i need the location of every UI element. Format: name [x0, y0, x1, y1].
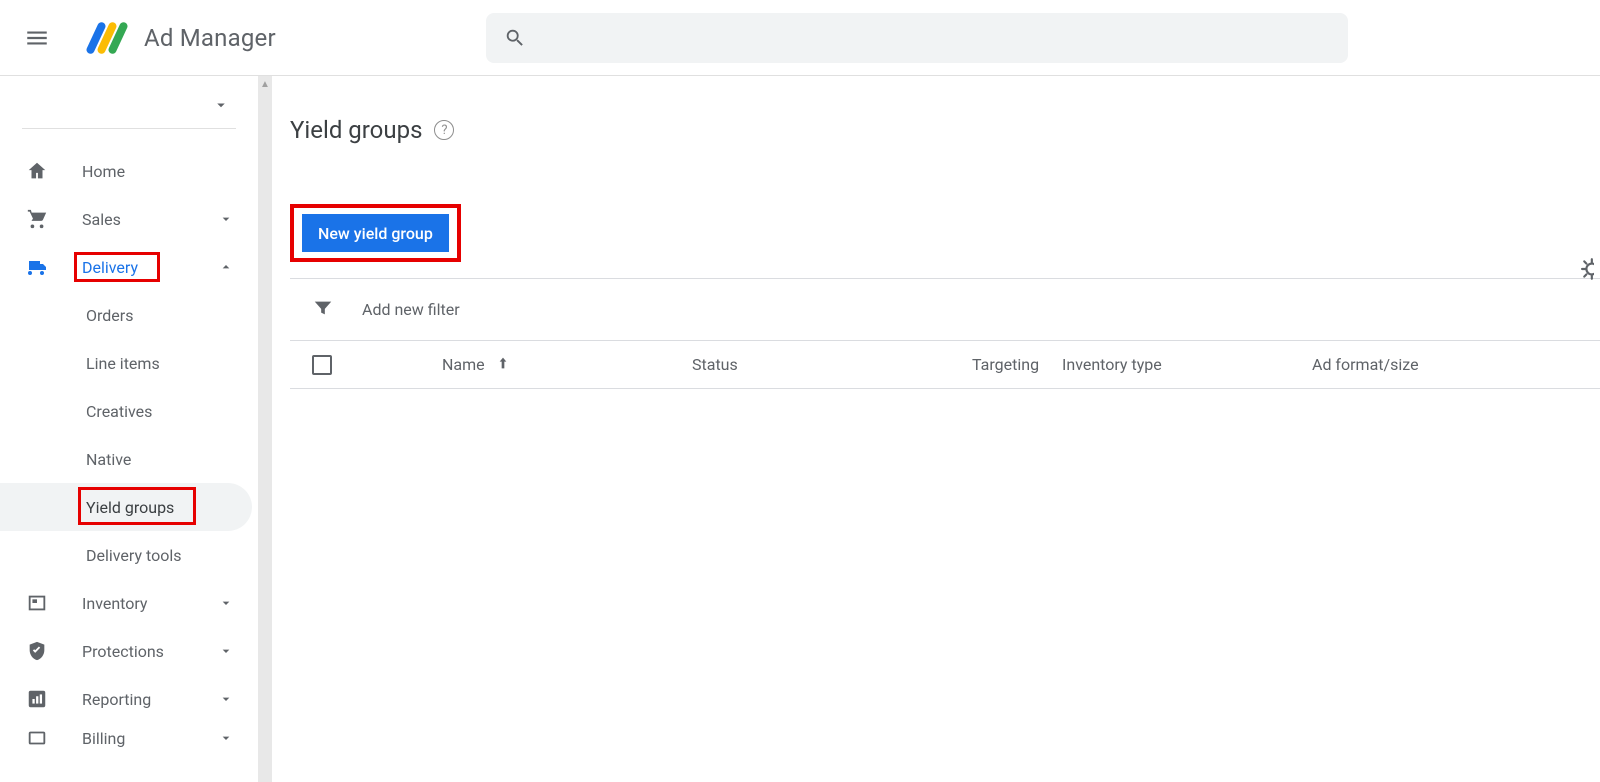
- filter-icon[interactable]: [312, 297, 334, 323]
- menu-button[interactable]: [20, 21, 54, 55]
- new-yield-group-button[interactable]: New yield group: [302, 214, 449, 252]
- chevron-down-icon: [216, 211, 236, 227]
- search-input[interactable]: [540, 29, 1330, 47]
- sidebar-sub-yield-groups[interactable]: Yield groups: [0, 483, 252, 531]
- add-filter-link[interactable]: Add new filter: [362, 300, 460, 319]
- divider: [22, 128, 236, 129]
- bar-chart-icon: [26, 688, 54, 710]
- highlight-box: New yield group: [290, 204, 461, 262]
- chevron-down-icon: [216, 730, 236, 746]
- logo-icon: [86, 17, 128, 59]
- sidebar-sub-native[interactable]: Native: [0, 435, 258, 483]
- inventory-icon: [26, 592, 54, 614]
- main-content: Yield groups ? New yield group Add new f…: [258, 76, 1600, 782]
- chevron-down-icon: [216, 691, 236, 707]
- sidebar-item-billing[interactable]: Billing: [0, 723, 258, 753]
- column-header-format[interactable]: Ad format/size: [1312, 355, 1512, 374]
- shield-icon: [26, 640, 54, 662]
- sidebar-sub-label: Delivery tools: [86, 546, 181, 565]
- hamburger-icon: [24, 25, 50, 51]
- sidebar-sub-line-items[interactable]: Line items: [0, 339, 258, 387]
- sidebar-item-reporting[interactable]: Reporting: [0, 675, 258, 723]
- truck-icon: [26, 255, 54, 279]
- column-header-status[interactable]: Status: [692, 355, 972, 374]
- sidebar: ▲ Home Sales Deli: [0, 76, 258, 782]
- column-header-targeting[interactable]: Targeting: [972, 355, 1062, 374]
- chevron-down-icon: [212, 96, 230, 114]
- app-title: Ad Manager: [144, 24, 276, 52]
- sidebar-item-label: Protections: [82, 642, 216, 661]
- sort-ascending-icon: [495, 355, 511, 375]
- table: Add new filter Name Status Targeting Inv…: [290, 278, 1600, 389]
- table-header: Name Status Targeting Inventory type Ad …: [290, 341, 1600, 389]
- sidebar-item-sales[interactable]: Sales: [0, 195, 258, 243]
- sidebar-sub-label: Creatives: [86, 402, 152, 421]
- column-header-name[interactable]: Name: [442, 355, 692, 375]
- select-all-checkbox[interactable]: [312, 355, 332, 375]
- sidebar-item-protections[interactable]: Protections: [0, 627, 258, 675]
- cart-icon: [26, 208, 54, 230]
- billing-icon: [26, 727, 54, 749]
- sidebar-sub-orders[interactable]: Orders: [0, 291, 258, 339]
- chevron-down-icon: [216, 643, 236, 659]
- sidebar-item-delivery[interactable]: Delivery: [0, 243, 258, 291]
- help-icon[interactable]: ?: [434, 120, 454, 140]
- sidebar-item-label: Sales: [82, 210, 216, 229]
- chevron-up-icon: [216, 259, 236, 275]
- search-bar[interactable]: [486, 13, 1348, 63]
- collapse-sidebar-toggle[interactable]: [0, 96, 258, 114]
- sidebar-item-label: Delivery: [82, 258, 138, 277]
- sidebar-sub-label: Line items: [86, 354, 160, 373]
- gear-half-icon: [1568, 256, 1594, 282]
- sidebar-item-label: Inventory: [82, 594, 216, 613]
- top-bar: Ad Manager: [0, 0, 1600, 76]
- sidebar-item-label: Home: [82, 162, 236, 181]
- chevron-down-icon: [216, 595, 236, 611]
- search-icon: [504, 27, 526, 49]
- product-logo[interactable]: Ad Manager: [86, 17, 276, 59]
- sidebar-item-inventory[interactable]: Inventory: [0, 579, 258, 627]
- filter-bar: Add new filter: [290, 279, 1600, 341]
- home-icon: [26, 160, 54, 182]
- sidebar-sub-label: Yield groups: [86, 498, 174, 517]
- column-header-inventory-type[interactable]: Inventory type: [1062, 355, 1312, 374]
- column-settings-button[interactable]: [1566, 254, 1596, 284]
- page-title: Yield groups: [290, 116, 422, 144]
- sidebar-sub-delivery-tools[interactable]: Delivery tools: [0, 531, 258, 579]
- sidebar-sub-label: Orders: [86, 306, 133, 325]
- sidebar-item-label: Reporting: [82, 690, 216, 709]
- sidebar-item-home[interactable]: Home: [0, 147, 258, 195]
- sidebar-sub-creatives[interactable]: Creatives: [0, 387, 258, 435]
- sidebar-sub-label: Native: [86, 450, 131, 469]
- sidebar-item-label: Billing: [82, 729, 216, 748]
